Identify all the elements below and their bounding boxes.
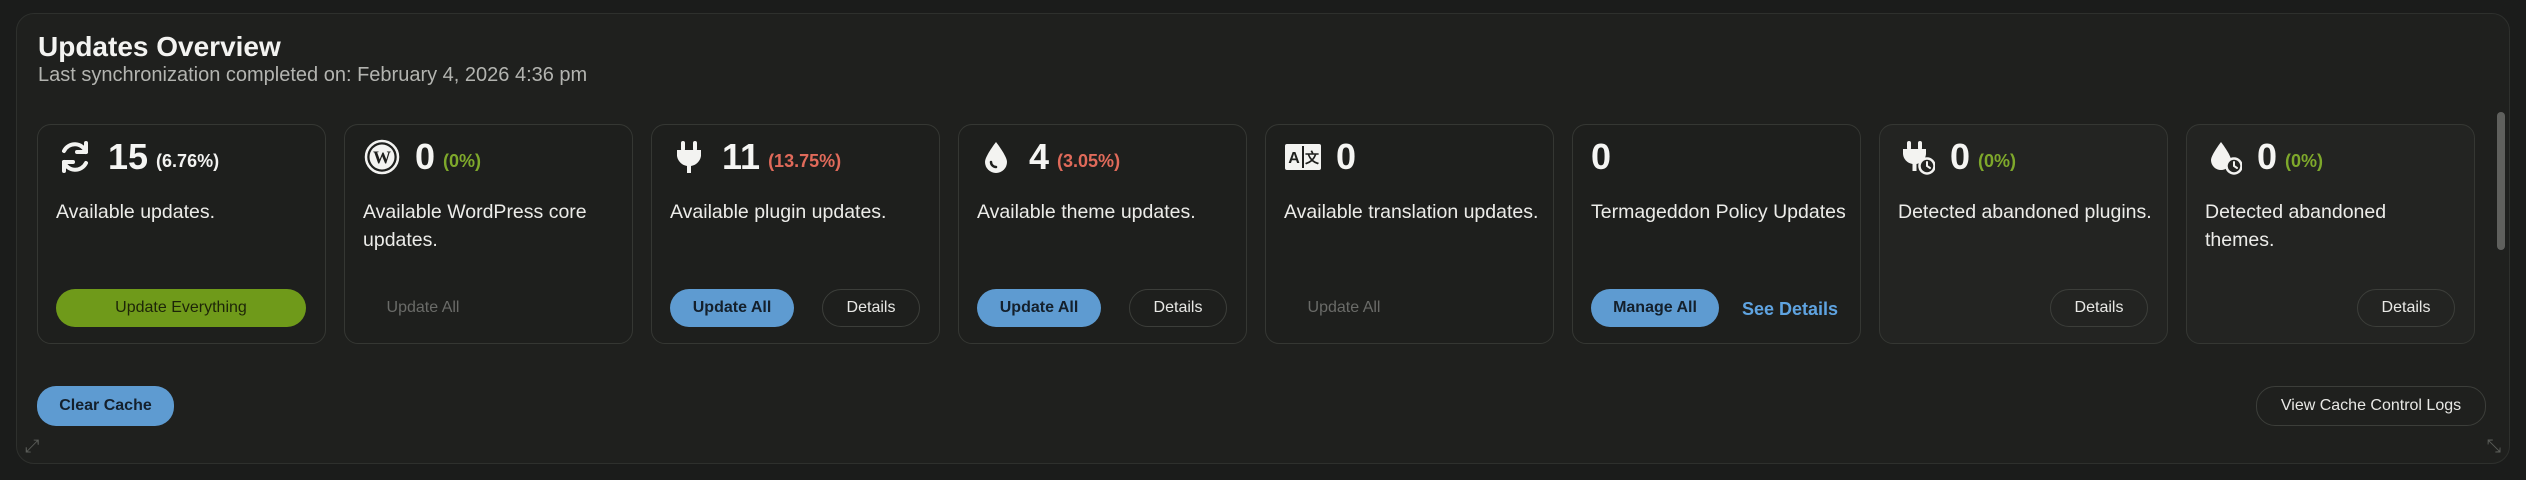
plugin-count: 11 [722,136,761,177]
updates-count: 15 [108,136,149,177]
update-all-core-button[interactable]: Update All [363,289,483,327]
core-percent: (0%) [443,150,482,171]
update-everything-button[interactable]: Update Everything [56,289,306,327]
update-all-translations-button[interactable]: Update All [1284,289,1404,327]
manage-all-button[interactable]: Manage All [1591,289,1719,327]
card-available-updates: 15 (6.76%) Available updates. Update Eve… [37,124,326,344]
abandoned-plugin-count: 0 [1950,136,1971,177]
clear-cache-button[interactable]: Clear Cache [37,386,174,426]
abandoned-theme-count: 0 [2257,136,2278,177]
svg-text:文: 文 [1305,150,1320,167]
abandoned-plugin-icon [1898,138,1936,176]
card-plugin-updates: 11 (13.75%) Available plugin updates. Up… [651,124,940,344]
view-cache-logs-button[interactable]: View Cache Control Logs [2256,386,2486,426]
card-termageddon: 0 Termageddon Policy Updates Manage All … [1572,124,1861,344]
card-translation-updates: A 文 0 Available translation updates. Upd… [1265,124,1554,344]
policy-count: 0 [1591,136,1612,177]
plugin-percent: (13.75%) [768,150,842,171]
scrollbar[interactable] [2497,112,2505,250]
card-label: Termageddon Policy Updates [1591,201,1846,223]
abandoned-theme-icon [2205,138,2243,176]
plugin-details-button[interactable]: Details [822,289,920,327]
refresh-icon [56,138,94,176]
page-title: Updates Overview [38,31,281,62]
abandoned-plugin-details-button[interactable]: Details [2050,289,2148,327]
core-count: 0 [415,136,436,177]
card-label: Available theme updates. [977,201,1196,223]
card-label: Available plugin updates. [670,201,887,223]
translation-count: 0 [1336,136,1357,177]
card-label: Detected abandoned plugins. [1898,201,2152,223]
last-sync-text: Last synchronization completed on: Febru… [38,64,588,86]
card-abandoned-plugins: 0 (0%) Detected abandoned plugins. Detai… [1879,124,2168,344]
abandoned-plugin-percent: (0%) [1978,150,2017,171]
abandoned-theme-details-button[interactable]: Details [2357,289,2455,327]
expand-icon[interactable]: ⤢ [25,436,39,457]
translation-icon: A 文 [1284,138,1322,176]
wordpress-icon: W [363,138,401,176]
card-abandoned-themes: 0 (0%) Detected abandoned themes. Detail… [2186,124,2475,344]
update-all-themes-button[interactable]: Update All [977,289,1101,327]
update-all-plugins-button[interactable]: Update All [670,289,794,327]
card-label: Detected abandoned themes. [2205,201,2387,251]
see-details-link[interactable]: See Details [1742,299,1838,320]
updates-overview-panel: Updates Overview Last synchronization co… [16,13,2510,464]
resize-icon[interactable]: ⤡ [2487,436,2501,457]
theme-percent: (3.05%) [1057,150,1121,171]
theme-count: 4 [1029,136,1050,177]
svg-text:W: W [373,148,391,168]
svg-text:A: A [1288,150,1300,167]
updates-percent: (6.76%) [156,150,220,171]
card-label: Available updates. [56,201,216,223]
card-wordpress-core: W 0 (0%) Available WordPress core update… [344,124,633,344]
theme-details-button[interactable]: Details [1129,289,1227,327]
stats-cards: 15 (6.76%) Available updates. Update Eve… [37,124,2491,344]
card-label: Available translation updates. [1284,201,1539,223]
card-label: Available WordPress core updates. [363,201,587,251]
plugin-icon [670,138,708,176]
theme-drop-icon [977,138,1015,176]
card-theme-updates: 4 (3.05%) Available theme updates. Updat… [958,124,1247,344]
abandoned-theme-percent: (0%) [2285,150,2324,171]
